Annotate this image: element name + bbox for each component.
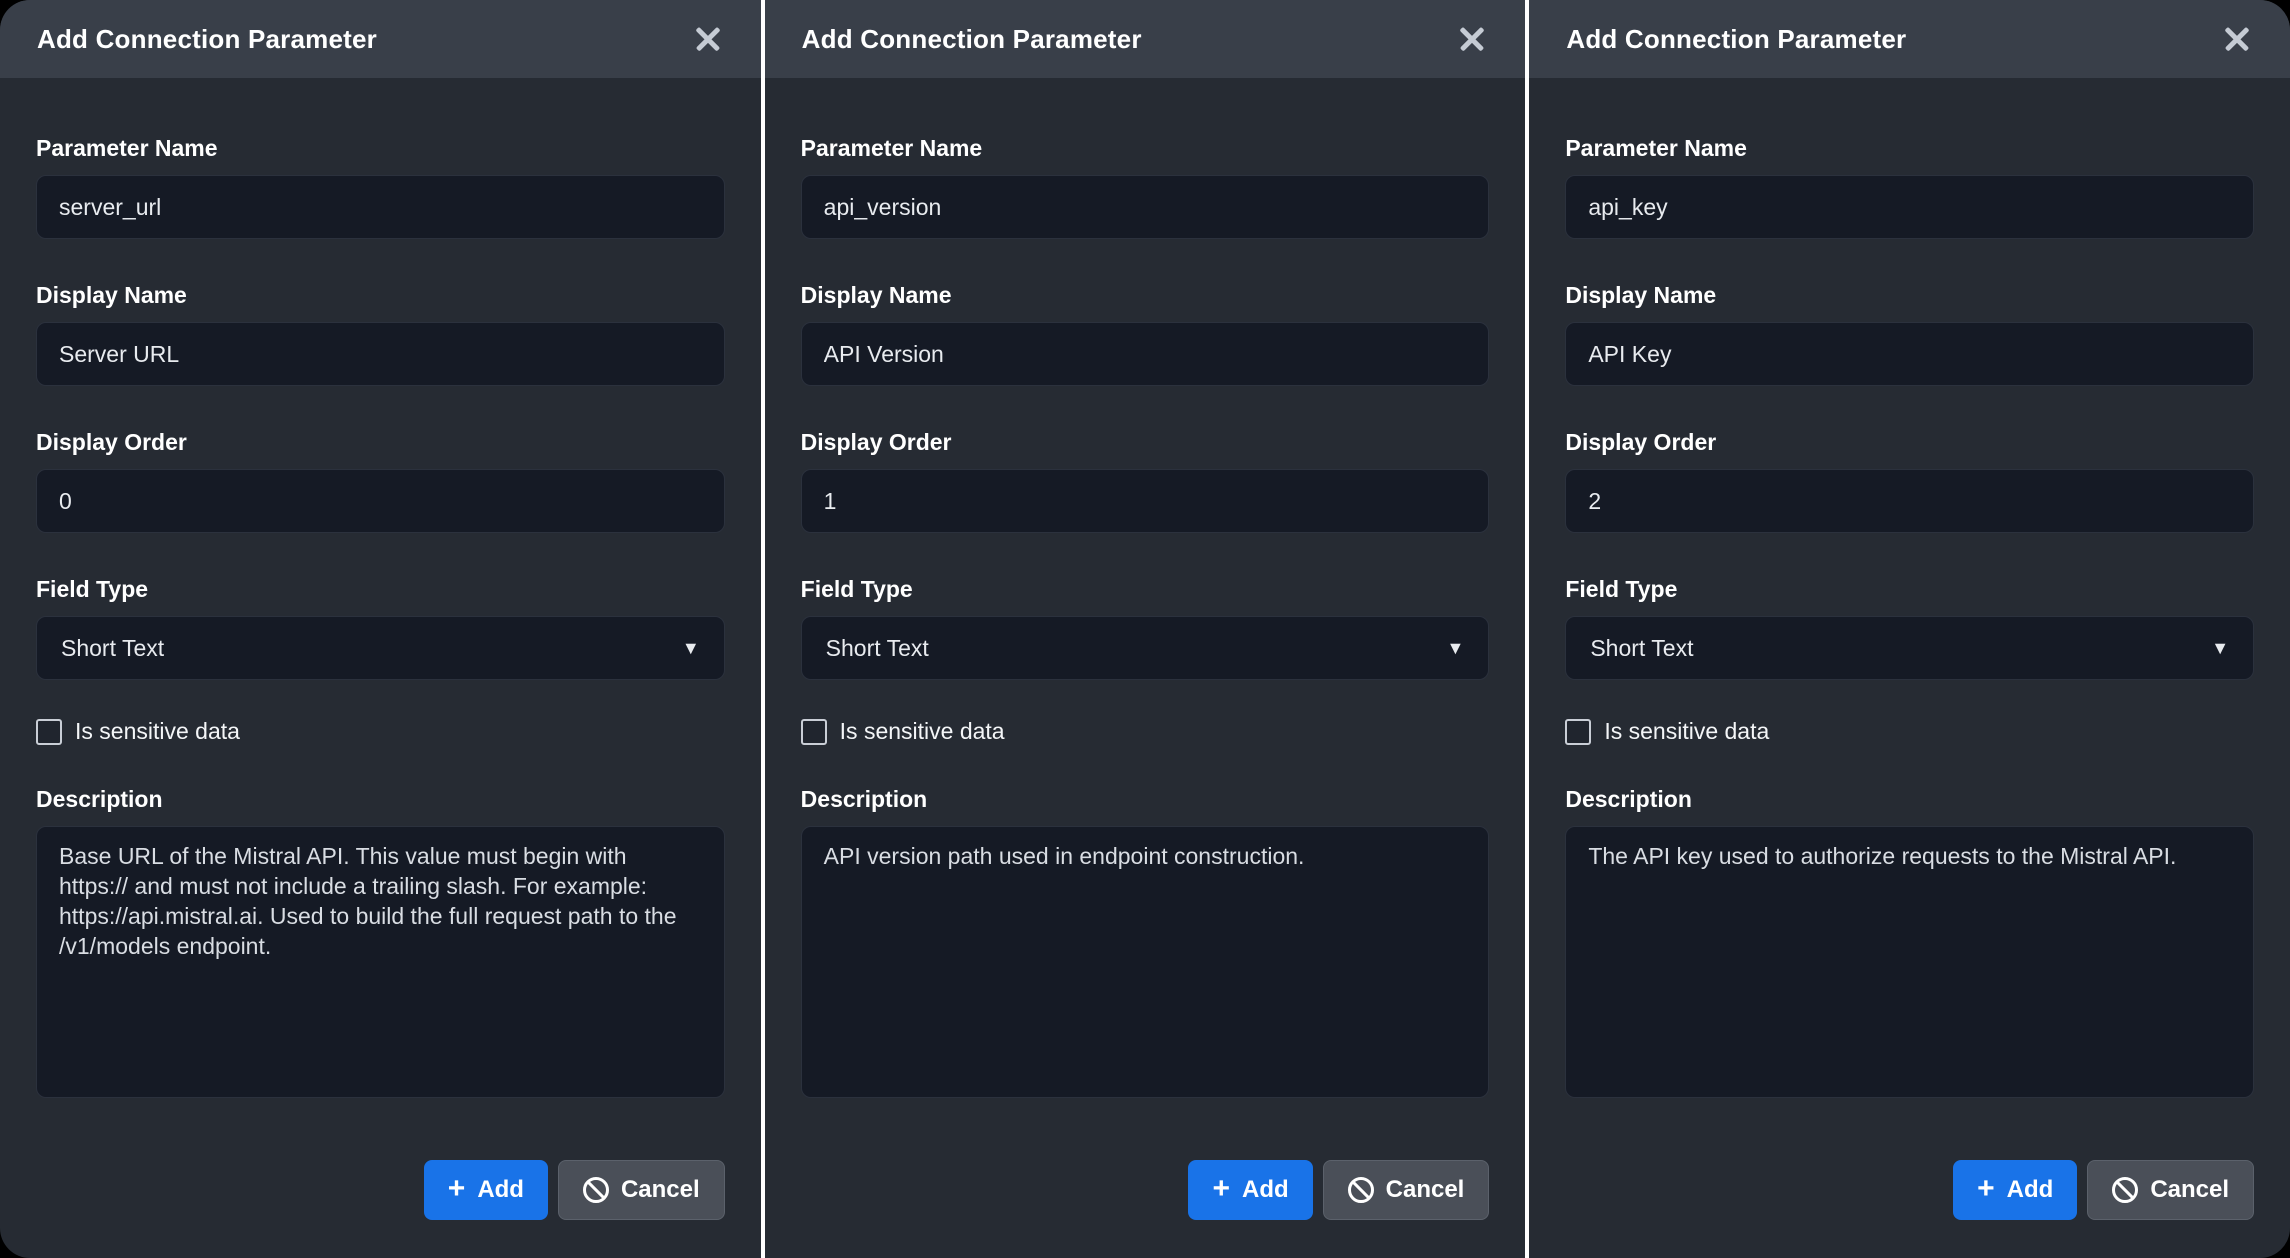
add-button[interactable]: + Add	[1953, 1160, 2077, 1220]
field-type-label: Field Type	[801, 575, 1490, 603]
ban-icon	[583, 1177, 609, 1203]
cancel-button[interactable]: Cancel	[558, 1160, 725, 1220]
ban-icon	[2112, 1177, 2138, 1203]
field-type-selected-value: Short Text	[826, 635, 929, 662]
sensitive-data-row: Is sensitive data	[801, 718, 1490, 745]
display-order-input[interactable]	[36, 469, 725, 533]
add-button-label: Add	[1242, 1176, 1289, 1204]
field-type-label: Field Type	[1565, 575, 2254, 603]
sensitive-data-checkbox[interactable]	[801, 719, 827, 745]
dialog-actions: + Add Cancel	[1565, 1160, 2254, 1220]
field-type-select[interactable]: Short Text ▼	[801, 616, 1490, 680]
close-button[interactable]	[2218, 20, 2256, 58]
dialog-title: Add Connection Parameter	[802, 24, 1142, 55]
screenshot-canvas: Add Connection Parameter Parameter Name …	[0, 0, 2290, 1258]
plus-icon: +	[448, 1174, 466, 1204]
display-name-input[interactable]	[801, 322, 1490, 386]
add-button[interactable]: + Add	[424, 1160, 548, 1220]
description-textarea[interactable]: The API key used to authorize requests t…	[1565, 826, 2254, 1098]
dialog-header: Add Connection Parameter	[765, 0, 1526, 78]
close-button[interactable]	[689, 20, 727, 58]
description-textarea[interactable]: Base URL of the Mistral API. This value …	[36, 826, 725, 1098]
parameter-name-label: Parameter Name	[801, 134, 1490, 162]
display-name-input[interactable]	[36, 322, 725, 386]
sensitive-data-label: Is sensitive data	[840, 718, 1005, 745]
display-order-label: Display Order	[36, 428, 725, 456]
dialog-actions: + Add Cancel	[36, 1160, 725, 1220]
description-textarea[interactable]: API version path used in endpoint constr…	[801, 826, 1490, 1098]
plus-icon: +	[1212, 1174, 1230, 1204]
sensitive-data-checkbox[interactable]	[36, 719, 62, 745]
sensitive-data-label: Is sensitive data	[1604, 718, 1769, 745]
ban-icon	[1348, 1177, 1374, 1203]
sensitive-data-row: Is sensitive data	[1565, 718, 2254, 745]
parameter-name-label: Parameter Name	[1565, 134, 2254, 162]
display-name-input[interactable]	[1565, 322, 2254, 386]
dialog-header: Add Connection Parameter	[0, 0, 761, 78]
sensitive-data-label: Is sensitive data	[75, 718, 240, 745]
cancel-button-label: Cancel	[1386, 1176, 1465, 1204]
display-name-label: Display Name	[1565, 281, 2254, 309]
add-button[interactable]: + Add	[1188, 1160, 1312, 1220]
parameter-name-label: Parameter Name	[36, 134, 725, 162]
dialog-title: Add Connection Parameter	[37, 24, 377, 55]
dialog-body: Parameter Name Display Name Display Orde…	[1529, 78, 2290, 1258]
dialog-header: Add Connection Parameter	[1529, 0, 2290, 78]
parameter-name-input[interactable]	[801, 175, 1490, 239]
cancel-button-label: Cancel	[621, 1176, 700, 1204]
display-name-label: Display Name	[36, 281, 725, 309]
cancel-button[interactable]: Cancel	[1323, 1160, 1490, 1220]
sensitive-data-checkbox[interactable]	[1565, 719, 1591, 745]
add-connection-parameter-dialog-1: Add Connection Parameter Parameter Name …	[0, 0, 761, 1258]
parameter-name-input[interactable]	[1565, 175, 2254, 239]
display-order-label: Display Order	[801, 428, 1490, 456]
description-label: Description	[1565, 785, 2254, 813]
dialog-body: Parameter Name Display Name Display Orde…	[765, 78, 1526, 1258]
cancel-button-label: Cancel	[2150, 1176, 2229, 1204]
dropdown-arrow-icon: ▼	[682, 639, 700, 657]
description-label: Description	[36, 785, 725, 813]
dropdown-arrow-icon: ▼	[2211, 639, 2229, 657]
dropdown-arrow-icon: ▼	[1447, 639, 1465, 657]
cancel-button[interactable]: Cancel	[2087, 1160, 2254, 1220]
display-order-input[interactable]	[1565, 469, 2254, 533]
dialog-title: Add Connection Parameter	[1566, 24, 1906, 55]
display-order-input[interactable]	[801, 469, 1490, 533]
add-button-label: Add	[477, 1176, 524, 1204]
sensitive-data-row: Is sensitive data	[36, 718, 725, 745]
add-connection-parameter-dialog-3: Add Connection Parameter Parameter Name …	[1525, 0, 2290, 1258]
description-label: Description	[801, 785, 1490, 813]
field-type-label: Field Type	[36, 575, 725, 603]
add-connection-parameter-dialog-2: Add Connection Parameter Parameter Name …	[761, 0, 1526, 1258]
dialog-body: Parameter Name Display Name Display Orde…	[0, 78, 761, 1258]
add-button-label: Add	[2007, 1176, 2054, 1204]
plus-icon: +	[1977, 1174, 1995, 1204]
display-order-label: Display Order	[1565, 428, 2254, 456]
dialog-actions: + Add Cancel	[801, 1160, 1490, 1220]
field-type-select[interactable]: Short Text ▼	[1565, 616, 2254, 680]
field-type-selected-value: Short Text	[1590, 635, 1693, 662]
display-name-label: Display Name	[801, 281, 1490, 309]
close-button[interactable]	[1453, 20, 1491, 58]
parameter-name-input[interactable]	[36, 175, 725, 239]
field-type-selected-value: Short Text	[61, 635, 164, 662]
field-type-select[interactable]: Short Text ▼	[36, 616, 725, 680]
